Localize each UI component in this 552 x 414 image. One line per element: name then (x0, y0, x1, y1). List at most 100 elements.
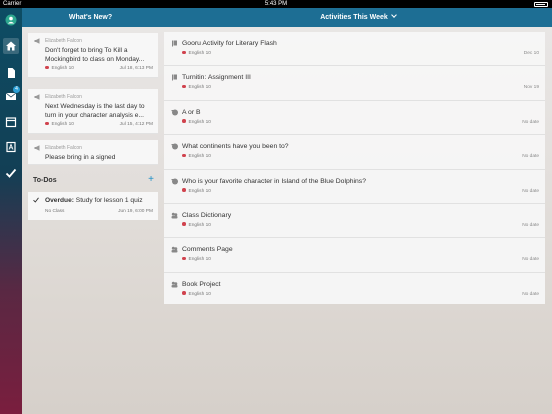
home-icon (6, 41, 16, 51)
news-author-name: Elizabeth Falcon (45, 38, 82, 44)
assignment-icon (172, 74, 177, 81)
clock: 5:43 PM (264, 1, 288, 7)
sidebar-item-inbox[interactable]: 4 (3, 86, 20, 104)
quiz-icon (171, 109, 178, 116)
activity-title: Turnitin: Assignment III (182, 74, 251, 82)
activity-row[interactable]: Book Project English 10 No date (164, 273, 545, 307)
todo-date: Jun 19, 6:00 PM (118, 209, 153, 214)
sidebar-item-todos[interactable] (3, 165, 19, 181)
activity-title: A or B (182, 108, 201, 116)
course-dot (45, 65, 49, 69)
course-dot (182, 291, 186, 295)
megaphone-icon (34, 94, 40, 100)
activity-title: What continents have you been to? (182, 143, 289, 151)
news-date: Jul 15, 4:12 PM (119, 122, 153, 127)
quiz-icon (171, 178, 178, 185)
todo-text: Study for lesson 1 quiz (75, 197, 143, 204)
sidebar-item-calendar[interactable] (3, 114, 19, 130)
news-author: Elizabeth Falcon (33, 144, 153, 152)
activity-course: English 10 (182, 222, 211, 230)
grades-icon (6, 141, 16, 153)
sidebar-item-grades[interactable] (3, 139, 19, 155)
news-meta: English 10 Jul 18, 6:13 PM (33, 64, 153, 73)
activity-date: No date (522, 291, 539, 297)
activities-list: Gooru Activity for Literary Flash Englis… (164, 32, 545, 304)
activity-date: No date (522, 188, 539, 194)
group-icon (171, 281, 178, 288)
todo-title: Overdue: Study for lesson 1 quiz (32, 196, 154, 205)
news-item[interactable]: Elizabeth Falcon Don't forget to bring T… (28, 33, 158, 78)
news-message: Don't forget to bring To Kill a Mockingb… (45, 47, 145, 63)
activity-date: No date (522, 222, 539, 228)
activity-date: Nov 19 (523, 85, 539, 91)
status-bar: Carrier 5:43 PM (0, 0, 552, 8)
activity-row[interactable]: Class Dictionary English 10 No date (164, 204, 545, 239)
news-author-name: Elizabeth Falcon (45, 94, 82, 100)
course-dot (182, 256, 186, 261)
activity-row[interactable]: Gooru Activity for Literary Flash Englis… (164, 32, 545, 67)
activity-row[interactable]: What continents have you been to? Englis… (164, 135, 545, 170)
checkmark-icon (5, 168, 17, 178)
course-dot (182, 188, 186, 192)
activity-course-label: English 10 (188, 291, 211, 297)
todo-item[interactable]: Overdue: Study for lesson 1 quiz No Clas… (28, 192, 158, 220)
course-dot (182, 153, 186, 158)
activity-course-label: English 10 (188, 119, 211, 125)
assignment-icon (172, 40, 177, 47)
document-icon (8, 68, 15, 78)
activity-course-label: English 10 (188, 85, 211, 91)
checkmark-icon[interactable] (33, 197, 39, 203)
news-author: Elizabeth Falcon (33, 93, 153, 101)
activity-title: Who is your favorite character in Island… (182, 177, 366, 185)
activity-course-label: English 10 (188, 257, 211, 263)
activity-row[interactable]: A or B English 10 No date (164, 101, 545, 136)
battery-icon (534, 1, 548, 7)
news-meta: English 10 Jul 15, 4:12 PM (33, 120, 153, 129)
news-item[interactable]: Elizabeth Falcon Next Wednesday is the l… (28, 89, 158, 134)
activity-row[interactable]: Comments Page English 10 No date (164, 238, 545, 273)
whats-new-list: Elizabeth Falcon Don't forget to bring T… (28, 33, 158, 165)
activity-title: Comments Page (182, 246, 233, 254)
chevron-down-icon (390, 12, 397, 18)
add-todo-button[interactable]: + (148, 174, 154, 186)
activities-week-dropdown[interactable]: Activities This Week (164, 8, 552, 27)
activity-course-label: English 10 (188, 154, 211, 160)
activity-title: Class Dictionary (182, 211, 232, 219)
megaphone-icon (34, 38, 40, 44)
activity-row[interactable]: Who is your favorite character in Island… (164, 170, 545, 204)
top-bar: What's New? Activities This Week (22, 8, 552, 27)
sidebar-item-home[interactable] (3, 38, 19, 54)
news-item[interactable]: Elizabeth Falcon Please bring in a signe… (28, 140, 158, 165)
group-icon (171, 212, 178, 219)
activity-course-label: English 10 (188, 188, 211, 194)
news-message: Next Wednesday is the last day to turn i… (45, 103, 145, 119)
activity-course: English 10 (182, 84, 211, 92)
inbox-badge: 4 (13, 86, 20, 93)
news-author-name: Elizabeth Falcon (45, 145, 82, 151)
activity-course: English 10 (182, 188, 211, 196)
course-dot (182, 84, 186, 89)
news-date: Jul 18, 6:13 PM (119, 66, 153, 71)
whats-new-title: What's New? (68, 14, 113, 21)
activity-title: Book Project (182, 280, 221, 288)
activity-course: English 10 (182, 153, 211, 161)
activity-date: Dec 10 (523, 51, 539, 56)
activity-date: No date (522, 154, 539, 160)
news-course: English 10 (51, 66, 74, 71)
sidebar-item-documents[interactable] (3, 65, 19, 81)
activity-date: No date (522, 119, 539, 125)
activity-course: English 10 (182, 256, 211, 264)
group-icon (171, 247, 178, 253)
megaphone-icon (34, 145, 40, 151)
todo-course: No Class (45, 209, 65, 214)
activity-row[interactable]: Turnitin: Assignment III English 10 Nov … (164, 66, 545, 101)
activities-week-title: Activities This Week (320, 14, 388, 21)
course-dot (182, 50, 186, 54)
activity-date: No date (522, 257, 539, 263)
activity-title: Gooru Activity for Literary Flash (182, 40, 277, 47)
sidebar: 4 (0, 8, 22, 414)
avatar[interactable] (3, 12, 19, 28)
quiz-icon (171, 143, 178, 150)
activity-course-label: English 10 (188, 51, 211, 56)
activity-course: English 10 (182, 291, 211, 299)
